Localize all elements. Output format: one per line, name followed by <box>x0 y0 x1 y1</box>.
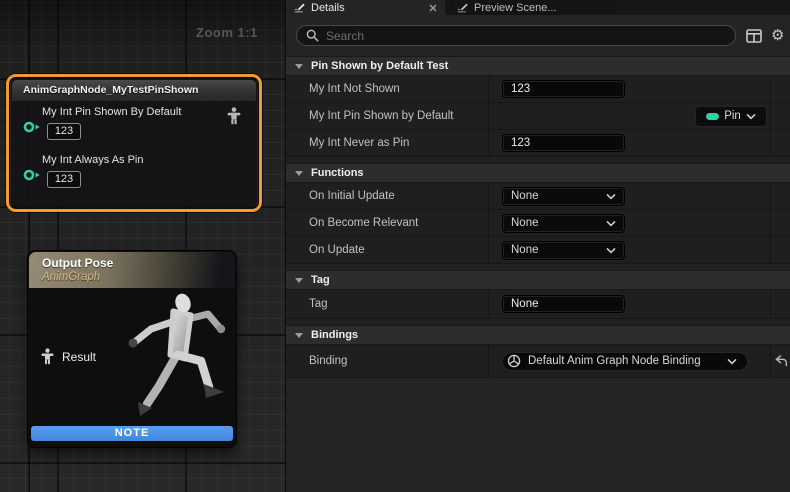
binding-dropdown[interactable]: Default Anim Graph Node Binding <box>502 352 748 371</box>
tab-preview-scene[interactable]: Preview Scene... <box>449 0 617 15</box>
pin-mode-dropdown[interactable]: Pin <box>695 106 767 127</box>
binding-value: Default Anim Graph Node Binding <box>528 355 701 367</box>
details-empty-area <box>286 378 790 492</box>
node-title: AnimGraphNode_MyTestPinShown <box>12 80 256 101</box>
int-pin-icon[interactable] <box>23 169 40 181</box>
property-label: My Int Never as Pin <box>286 130 489 156</box>
my-int-not-shown-input[interactable] <box>502 80 625 98</box>
row-tag: Tag <box>286 290 790 319</box>
collapse-arrow-icon <box>295 171 303 176</box>
note-bar[interactable]: NOTE <box>31 426 233 441</box>
tab-bar: Details Preview Scene... <box>286 0 790 15</box>
collapse-arrow-icon <box>295 278 303 283</box>
row-on-become-relevant: On Become Relevant None <box>286 210 790 237</box>
on-become-relevant-dropdown[interactable]: None <box>502 214 625 233</box>
category-title: Tag <box>311 274 330 286</box>
output-pose-subtitle: AnimGraph <box>42 271 100 283</box>
tab-close-icon[interactable] <box>429 4 437 12</box>
anim-blueprint-editor: Zoom 1:1 AnimGraphNode_MyTestPinShown My… <box>0 0 790 492</box>
category-tag[interactable]: Tag <box>286 270 790 290</box>
display-grid-icon[interactable] <box>746 29 762 43</box>
pose-body-icon <box>41 348 54 365</box>
my-int-never-as-pin-input[interactable] <box>502 134 625 152</box>
node-output-pose[interactable]: Output Pose AnimGraph <box>27 250 237 448</box>
search-icon <box>306 29 319 42</box>
chevron-down-icon <box>606 220 616 227</box>
row-on-update: On Update None <box>286 237 790 264</box>
running-mannequin-image <box>93 289 238 424</box>
category-title: Pin Shown by Default Test <box>311 60 448 72</box>
row-on-initial-update: On Initial Update None <box>286 183 790 210</box>
collapse-arrow-icon <box>295 333 303 338</box>
collapse-arrow-icon <box>295 64 303 69</box>
pin-capsule-icon <box>706 113 719 120</box>
dropdown-value: None <box>511 217 539 229</box>
int-pin-icon[interactable] <box>23 121 40 133</box>
panel-icons: ⚙ <box>746 28 784 43</box>
row-my-int-pin-shown-by-default: My Int Pin Shown by Default Pin <box>286 103 790 130</box>
tab-details[interactable]: Details <box>286 0 445 15</box>
pose-body-icon[interactable] <box>227 107 241 125</box>
category-pin-shown-by-default-test[interactable]: Pin Shown by Default Test <box>286 56 790 76</box>
category-bindings[interactable]: Bindings <box>286 325 790 345</box>
on-update-dropdown[interactable]: None <box>502 241 625 260</box>
chevron-down-icon <box>606 247 616 254</box>
result-pin-label: Result <box>62 350 96 364</box>
category-title: Functions <box>311 167 364 179</box>
node-body: AnimGraphNode_MyTestPinShown My Int Pin … <box>11 79 257 207</box>
property-label: Tag <box>286 290 489 318</box>
reset-to-default-icon[interactable] <box>774 355 788 367</box>
category-functions[interactable]: Functions <box>286 163 790 183</box>
settings-gear-icon[interactable]: ⚙ <box>771 28 784 43</box>
chevron-down-icon <box>606 193 616 200</box>
search-input[interactable] <box>326 29 726 43</box>
node-animgraphnode-mytestpinshown[interactable]: AnimGraphNode_MyTestPinShown My Int Pin … <box>6 74 262 212</box>
dropdown-value: None <box>511 244 539 256</box>
search-row: ⚙ <box>286 15 790 56</box>
property-label: My Int Pin Shown by Default <box>286 103 489 129</box>
output-pose-header: Output Pose AnimGraph <box>29 252 235 288</box>
pin-value-input[interactable]: 123 <box>47 171 81 188</box>
pin-value-input[interactable]: 123 <box>47 123 81 140</box>
pin-mode-value: Pin <box>724 110 741 122</box>
on-initial-update-dropdown[interactable]: None <box>502 187 625 206</box>
details-pen-icon <box>294 2 305 13</box>
category-title: Bindings <box>311 329 358 341</box>
search-box[interactable] <box>296 25 736 46</box>
property-label: Binding <box>286 345 489 377</box>
pin-label: My Int Pin Shown By Default <box>42 106 181 118</box>
tab-details-label: Details <box>311 2 345 14</box>
property-label: My Int Not Shown <box>286 76 489 102</box>
binding-sphere-icon <box>507 354 521 368</box>
preview-scene-pen-icon <box>457 2 468 13</box>
row-my-int-never-as-pin: My Int Never as Pin <box>286 130 790 157</box>
anim-graph-canvas[interactable]: Zoom 1:1 AnimGraphNode_MyTestPinShown My… <box>0 0 285 492</box>
zoom-level-indicator: Zoom 1:1 <box>196 25 276 40</box>
chevron-down-icon <box>746 113 756 120</box>
property-label: On Become Relevant <box>286 210 489 236</box>
details-panel: Details Preview Scene... <box>285 0 790 492</box>
row-my-int-not-shown: My Int Not Shown <box>286 76 790 103</box>
dropdown-value: None <box>511 190 539 202</box>
chevron-down-icon <box>727 358 737 365</box>
row-binding: Binding Default Anim Graph Node Binding <box>286 345 790 378</box>
pin-label: My Int Always As Pin <box>42 154 143 166</box>
tab-preview-scene-label: Preview Scene... <box>474 2 557 14</box>
output-pose-title: Output Pose <box>42 256 113 270</box>
property-label: On Update <box>286 237 489 263</box>
result-pin[interactable]: Result <box>41 348 96 365</box>
property-label: On Initial Update <box>286 183 489 209</box>
tag-input[interactable] <box>502 295 625 313</box>
